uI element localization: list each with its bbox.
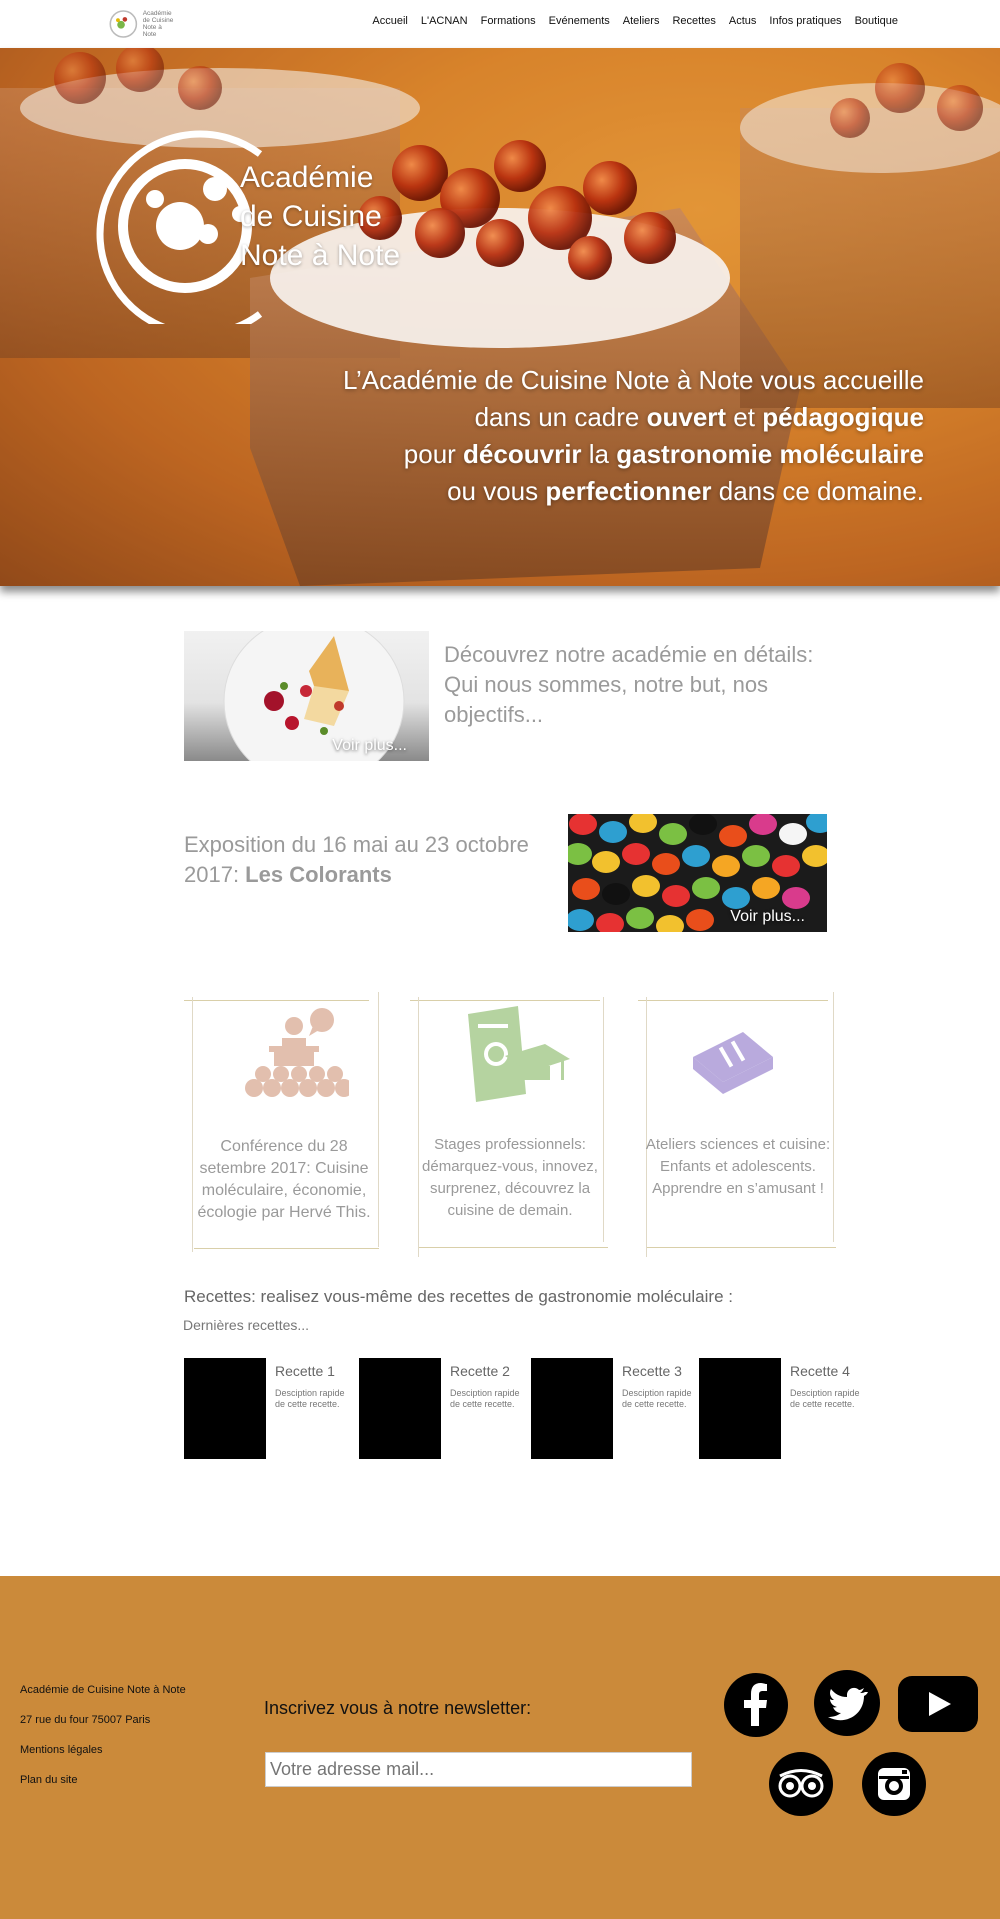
- site-logo[interactable]: Académie de Cuisine Note à Note: [108, 5, 174, 43]
- conference-icon: [245, 1008, 349, 1097]
- site-footer: Académie de Cuisine Note à Note 27 rue d…: [0, 1576, 1000, 1919]
- academy-feature-text: Découvrez notre académie en détails: Qui…: [444, 642, 814, 727]
- tagline-emphasis: découvrir: [463, 439, 582, 469]
- recipes-subtitle: Dernières recettes...: [183, 1317, 310, 1333]
- card-divider: [410, 1000, 600, 1001]
- nav-item-formations[interactable]: Formations: [481, 15, 536, 27]
- footer-legal-link[interactable]: Mentions légales: [20, 1744, 186, 1774]
- academy-voir-plus-link[interactable]: Voir plus...: [332, 737, 407, 755]
- recipe-thumbnail[interactable]: [699, 1358, 781, 1459]
- nav-item-evenements[interactable]: Evénements: [549, 15, 610, 27]
- facebook-icon[interactable]: [723, 1672, 789, 1738]
- logo-mark-icon: [109, 10, 138, 38]
- hero-tagline: L’Académie de Cuisine Note à Note vous a…: [244, 362, 924, 510]
- footer-info: Académie de Cuisine Note à Note 27 rue d…: [20, 1684, 186, 1804]
- recipe-thumbnail[interactable]: [184, 1358, 266, 1459]
- recipe-description: Desciption rapide de cette recette.: [275, 1388, 345, 1409]
- diploma-icon: [468, 1006, 570, 1102]
- tagline-emphasis: ouvert: [646, 402, 727, 432]
- tagline-text: L’Académie de Cuisine Note à Note vous a…: [342, 365, 924, 395]
- recipe-name[interactable]: Recette 1: [275, 1363, 335, 1379]
- logo-line: de Cuisine: [142, 17, 174, 24]
- cookbook-icon: [693, 1032, 773, 1094]
- exhibition-voir-plus-link[interactable]: Voir plus...: [730, 908, 805, 926]
- recipe-description: Desciption rapide de cette recette.: [450, 1388, 520, 1409]
- card-divider: [638, 1000, 828, 1001]
- card-divider: [418, 1247, 608, 1248]
- footer-address: 27 rue du four 75007 Paris: [20, 1714, 151, 1726]
- card-divider: [194, 1248, 379, 1249]
- main-menu: Accueil L'ACNAN Formations Evénements At…: [372, 15, 898, 27]
- logo-line: de Cuisine: [240, 200, 382, 233]
- academy-feature-image[interactable]: Voir plus...: [184, 631, 429, 761]
- top-navbar: Académie de Cuisine Note à Note Accueil …: [0, 0, 1000, 48]
- logo-line: Académie: [240, 161, 374, 194]
- nav-item-infos-pratiques[interactable]: Infos pratiques: [769, 15, 841, 27]
- card-divider: [646, 1247, 836, 1248]
- nav-item-acnan[interactable]: L'ACNAN: [421, 15, 468, 27]
- instagram-icon[interactable]: [861, 1751, 927, 1817]
- twitter-icon[interactable]: [813, 1669, 881, 1737]
- nav-item-actus[interactable]: Actus: [729, 15, 757, 27]
- exhibition-feature-image[interactable]: Voir plus...: [568, 814, 827, 932]
- tagline-emphasis: gastronomie moléculaire: [616, 439, 924, 469]
- youtube-icon[interactable]: [897, 1675, 979, 1733]
- nav-item-boutique[interactable]: Boutique: [855, 15, 898, 27]
- recipe-name[interactable]: Recette 3: [622, 1363, 682, 1379]
- footer-org-name: Académie de Cuisine Note à Note: [20, 1684, 186, 1696]
- recipe-thumbnail[interactable]: [531, 1358, 613, 1459]
- hero-logo-text: Académie de Cuisine Note à Note: [240, 158, 400, 275]
- tagline-text: dans ce domaine.: [711, 476, 924, 506]
- logo-text: Académie de Cuisine Note à Note: [143, 10, 174, 38]
- newsletter-title: Inscrivez vous à notre newsletter:: [264, 1698, 532, 1718]
- logo-line: Note à Note: [240, 239, 401, 272]
- tagline-emphasis: pédagogique: [762, 402, 924, 432]
- nav-item-recettes[interactable]: Recettes: [672, 15, 715, 27]
- stages-card[interactable]: Stages professionnels: démarquez-vous, i…: [410, 992, 608, 1257]
- tagline-line-3: pour découvrir la gastronomie moléculair…: [244, 436, 924, 473]
- tagline-text: ou vous: [447, 476, 546, 506]
- stages-card-text: Stages professionnels: démarquez-vous, i…: [422, 1136, 598, 1219]
- tagline-line-1: L’Académie de Cuisine Note à Note vous a…: [244, 362, 924, 399]
- hero-banner: Académie de Cuisine Note à Note L’Académ…: [0, 48, 1000, 586]
- tagline-line-4: ou vous perfectionner dans ce domaine.: [244, 473, 924, 510]
- card-divider: [184, 1000, 369, 1001]
- logo-line: Note à Note: [142, 24, 162, 38]
- ateliers-card[interactable]: Ateliers sciences et cuisine: Enfants et…: [638, 992, 836, 1257]
- newsletter-email-input[interactable]: [265, 1752, 692, 1787]
- recipes-section-title: Recettes: realisez vous-même des recette…: [184, 1287, 733, 1306]
- exhibition-title: Les Colorants: [245, 862, 392, 887]
- nav-item-accueil[interactable]: Accueil: [372, 15, 407, 27]
- tagline-line-2: dans un cadre ouvert et pédagogique: [244, 399, 924, 436]
- tagline-text: et: [726, 402, 763, 432]
- tagline-text: pour: [403, 439, 464, 469]
- conference-card[interactable]: Conférence du 28 setembre 2017: Cuisine …: [184, 992, 379, 1252]
- tagline-text: dans un cadre: [474, 402, 647, 432]
- logo-line: Académie: [142, 10, 172, 17]
- recipe-description: Desciption rapide de cette recette.: [790, 1388, 860, 1409]
- recipe-description: Desciption rapide de cette recette.: [622, 1388, 692, 1409]
- card-divider: [833, 992, 834, 1242]
- tagline-emphasis: perfectionner: [545, 476, 712, 506]
- tagline-text: la: [581, 439, 617, 469]
- card-divider: [646, 997, 647, 1257]
- recipe-name[interactable]: Recette 4: [790, 1363, 850, 1379]
- exhibition-feature-text: Exposition du 16 mai au 23 octobre 2017:…: [184, 830, 564, 890]
- conference-card-text: Conférence du 28 setembre 2017: Cuisine …: [197, 1138, 371, 1221]
- recipe-name[interactable]: Recette 2: [450, 1363, 510, 1379]
- ateliers-card-text: Ateliers sciences et cuisine: Enfants et…: [645, 1136, 831, 1197]
- footer-sitemap-link[interactable]: Plan du site: [20, 1774, 186, 1804]
- nav-item-ateliers[interactable]: Ateliers: [623, 15, 660, 27]
- tripadvisor-icon[interactable]: [768, 1751, 834, 1817]
- recipe-thumbnail[interactable]: [359, 1358, 441, 1459]
